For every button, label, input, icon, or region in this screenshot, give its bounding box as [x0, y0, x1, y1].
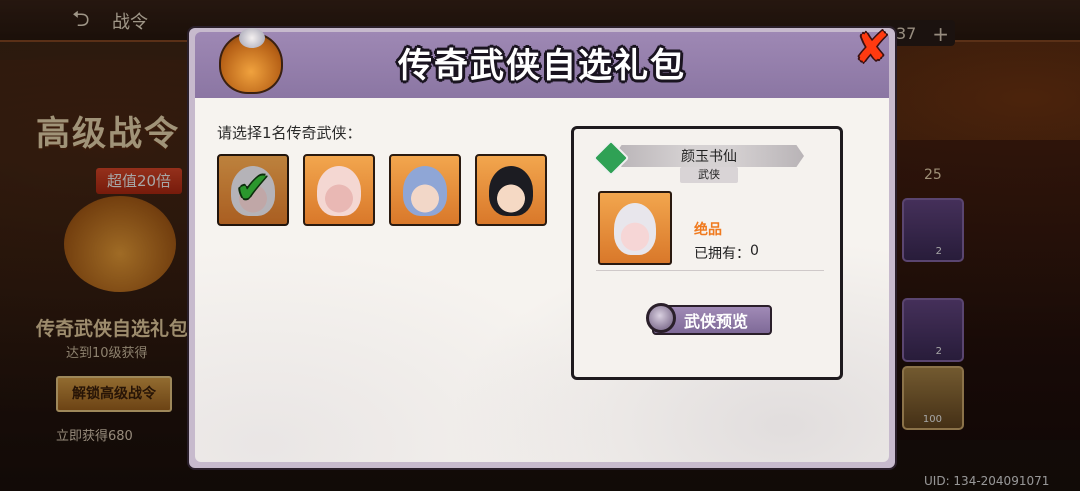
rarity-label: 绝品 — [694, 222, 722, 238]
hero-name: 颜玉书仙 — [681, 149, 737, 165]
close-icon[interactable]: ✘ — [853, 27, 891, 69]
hero-portrait-large — [598, 191, 672, 265]
hero-portrait — [317, 166, 361, 216]
check-icon: ✔ — [235, 163, 271, 212]
divider — [596, 270, 824, 271]
hero-option-2[interactable] — [303, 154, 375, 226]
owned-count: 0 — [750, 243, 759, 259]
hero-option-1[interactable]: ✔ — [217, 154, 289, 226]
preview-button-label: 武侠预览 — [683, 312, 748, 331]
dialog-body: 请选择1名传奇武侠： ✔ 颜玉书仙 武侠 绝品 已拥有： 0 武侠预览 — [195, 98, 889, 462]
hero-preview-button[interactable]: 武侠预览 — [646, 303, 772, 335]
hero-portrait — [403, 166, 447, 216]
hero-category: 武侠 — [680, 167, 738, 183]
hero-portrait — [489, 166, 533, 216]
hero-option-3[interactable] — [389, 154, 461, 226]
hero-option-4[interactable] — [475, 154, 547, 226]
magnifier-icon — [646, 303, 676, 333]
dialog-title: 传奇武侠自选礼包 — [398, 46, 686, 86]
owned-label: 已拥有： — [694, 246, 750, 262]
hero-detail-panel: 颜玉书仙 武侠 绝品 已拥有： 0 武侠预览 — [571, 126, 843, 380]
gift-selection-dialog: 传奇武侠自选礼包 ✘ 请选择1名传奇武侠： ✔ 颜玉书仙 武侠 绝品 已拥有： … — [187, 26, 897, 470]
selection-prompt: 请选择1名传奇武侠： — [217, 124, 362, 142]
